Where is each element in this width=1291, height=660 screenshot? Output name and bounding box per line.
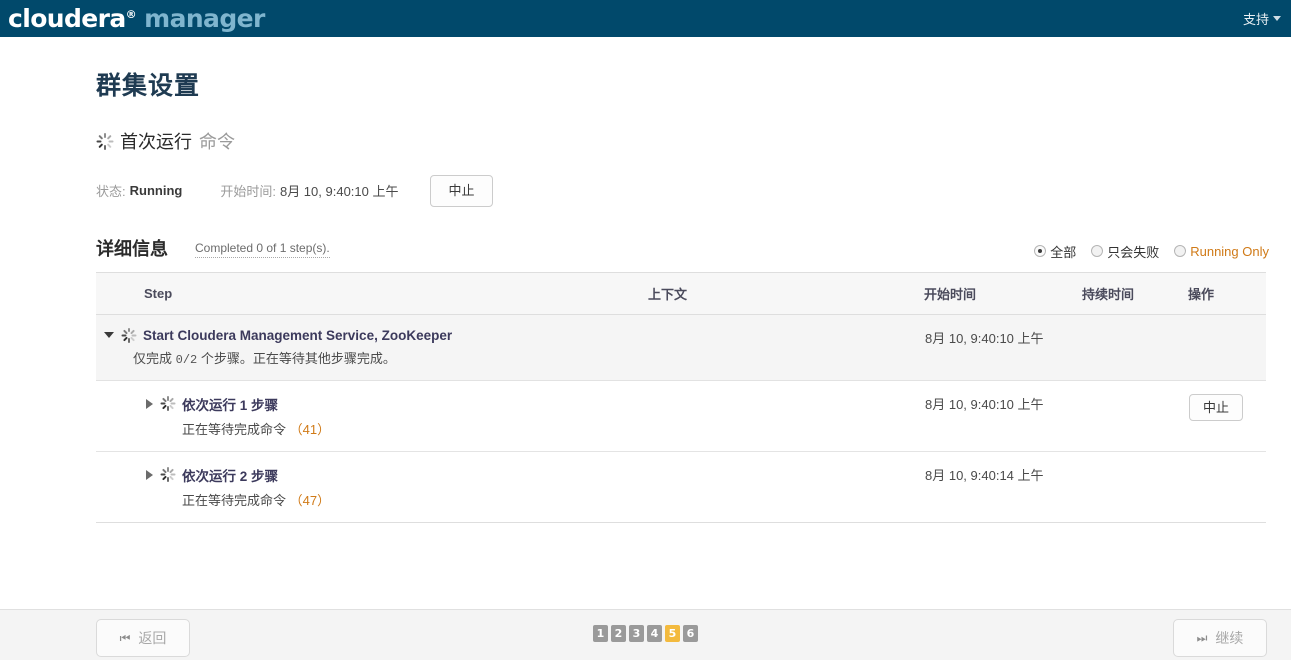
row-duration-cell bbox=[1082, 450, 1188, 523]
table-header-row: Step 上下文 开始时间 持续时间 操作 bbox=[96, 271, 1266, 315]
steps-table-body: Start Cloudera Management Service, ZooKe… bbox=[96, 314, 1266, 523]
app-header: cloudera® manager 支持 bbox=[0, 0, 1291, 37]
steps-table: Step 上下文 开始时间 持续时间 操作 Start Cloudera Man… bbox=[96, 271, 1266, 523]
row-substep-suffix: 个步骤。正在等待其他步骤完成。 bbox=[200, 350, 396, 366]
row-step-heading: Start Cloudera Management Service, ZooKe… bbox=[104, 327, 647, 343]
row-step-cell: Start Cloudera Management Service, ZooKe… bbox=[96, 314, 648, 381]
column-header-start: 开始时间 bbox=[924, 271, 1082, 315]
row-context-cell bbox=[648, 450, 924, 523]
step-filter-group: 全部 只会失败 Running Only bbox=[1034, 242, 1269, 261]
row-step-title[interactable]: 依次运行 1 步骤 bbox=[182, 394, 278, 414]
row-step-heading: 依次运行 2 步骤 bbox=[104, 465, 647, 485]
filter-option-all[interactable]: 全部 bbox=[1034, 242, 1076, 261]
chevron-down-icon[interactable] bbox=[104, 332, 114, 339]
start-time-value: 8月 10, 9:40:10 上午 bbox=[279, 184, 399, 200]
filter-label-running-only: Running Only bbox=[1190, 243, 1269, 259]
row-step-subtext: 正在等待完成命令 （47） bbox=[104, 490, 647, 509]
continue-button[interactable]: ⏭ 继续 bbox=[1173, 619, 1267, 657]
row-duration-cell bbox=[1082, 314, 1188, 381]
row-start-time-cell: 8月 10, 9:40:10 上午 bbox=[924, 380, 1082, 452]
row-substep-command-link[interactable]: （41） bbox=[290, 422, 330, 437]
filter-option-failed-only[interactable]: 只会失败 bbox=[1091, 242, 1159, 261]
row-step-subtext: 正在等待完成命令 （41） bbox=[104, 419, 647, 438]
running-spinner-icon bbox=[96, 132, 113, 150]
command-name: 首次运行 bbox=[120, 132, 192, 152]
continue-button-label: 继续 bbox=[1215, 630, 1244, 646]
start-time-label: 开始时间: bbox=[220, 184, 276, 200]
row-start-time-cell: 8月 10, 9:40:14 上午 bbox=[924, 450, 1082, 523]
radio-icon-all[interactable] bbox=[1034, 245, 1047, 258]
logo-secondary-text: manager bbox=[144, 4, 265, 33]
table-row: 依次运行 2 步骤 正在等待完成命令 （47） 8月 10, 9:40:14 上… bbox=[96, 450, 1266, 523]
wizard-pagination: 1 2 3 4 5 6 bbox=[0, 625, 1291, 642]
row-substep-prefix: 正在等待完成命令 bbox=[182, 421, 287, 437]
row-substep-command-link[interactable]: （47） bbox=[290, 493, 330, 508]
row-action-cell bbox=[1188, 450, 1266, 523]
steps-table-header: Step 上下文 开始时间 持续时间 操作 bbox=[96, 271, 1266, 315]
table-row: 依次运行 1 步骤 正在等待完成命令 （41） 8月 10, 9:40:10 上… bbox=[96, 380, 1266, 452]
row-substep-prefix: 仅完成 bbox=[133, 350, 173, 366]
skip-forward-icon: ⏭ bbox=[1196, 630, 1208, 645]
cloudera-manager-logo: cloudera® manager bbox=[8, 6, 265, 31]
page-indicator-3[interactable]: 3 bbox=[629, 625, 644, 642]
row-step-subtext: 仅完成 0/2 个步骤。正在等待其他步骤完成。 bbox=[104, 348, 647, 367]
row-step-cell: 依次运行 1 步骤 正在等待完成命令 （41） bbox=[96, 380, 648, 452]
radio-icon-failed-only[interactable] bbox=[1091, 245, 1104, 258]
column-header-duration: 持续时间 bbox=[1082, 271, 1188, 315]
column-header-action: 操作 bbox=[1188, 271, 1266, 315]
row-action-cell bbox=[1188, 314, 1266, 381]
wizard-footer: ⏮ 返回 1 2 3 4 5 6 ⏭ 继续 bbox=[0, 609, 1291, 660]
table-row: Start Cloudera Management Service, ZooKe… bbox=[96, 314, 1266, 381]
row-duration-cell bbox=[1082, 380, 1188, 452]
command-suffix: 命令 bbox=[199, 132, 235, 152]
row-start-time-cell: 8月 10, 9:40:10 上午 bbox=[924, 314, 1082, 381]
page-indicator-1[interactable]: 1 bbox=[593, 625, 608, 642]
filter-label-all: 全部 bbox=[1050, 244, 1077, 260]
support-menu-label: 支持 bbox=[1242, 12, 1269, 27]
page-indicator-2[interactable]: 2 bbox=[611, 625, 626, 642]
logo-primary-text: cloudera bbox=[8, 4, 126, 33]
column-header-context: 上下文 bbox=[648, 271, 924, 315]
row-step-heading: 依次运行 1 步骤 bbox=[104, 394, 647, 414]
page-indicator-4[interactable]: 4 bbox=[647, 625, 662, 642]
abort-command-button[interactable]: 中止 bbox=[430, 175, 493, 207]
filter-label-failed-only: 只会失败 bbox=[1107, 244, 1160, 260]
page-title: 群集设置 bbox=[96, 73, 201, 100]
row-step-title[interactable]: 依次运行 2 步骤 bbox=[182, 465, 278, 485]
chevron-right-icon[interactable] bbox=[146, 469, 153, 480]
running-spinner-icon bbox=[160, 396, 175, 412]
running-spinner-icon bbox=[121, 327, 136, 343]
row-substep-prefix: 正在等待完成命令 bbox=[182, 492, 287, 508]
row-action-cell: 中止 bbox=[1188, 380, 1266, 452]
radio-icon-running-only[interactable] bbox=[1174, 245, 1187, 258]
command-status-line: 状态: Running 开始时间: 8月 10, 9:40:10 上午 中止 bbox=[96, 175, 1291, 207]
details-toolbar: 详细信息 Completed 0 of 1 step(s). 全部 只会失败 R… bbox=[0, 238, 1291, 264]
status-label: 状态: bbox=[96, 184, 126, 200]
chevron-down-icon bbox=[1273, 16, 1281, 21]
page-indicator-5[interactable]: 5 bbox=[665, 625, 680, 642]
details-title: 详细信息 bbox=[96, 238, 168, 259]
running-spinner-icon bbox=[160, 467, 175, 483]
command-heading: 首次运行 命令 bbox=[96, 128, 1291, 154]
page-indicator-6[interactable]: 6 bbox=[683, 625, 698, 642]
chevron-right-icon[interactable] bbox=[146, 398, 153, 409]
page-content: 群集设置 首次运行 命令 状态: Running 开始时间: 8月 10, 9:… bbox=[0, 37, 1291, 523]
row-substep-count: 0/2 bbox=[175, 352, 198, 367]
row-context-cell bbox=[648, 380, 924, 452]
row-context-cell bbox=[648, 314, 924, 381]
filter-option-running-only[interactable]: Running Only bbox=[1174, 244, 1269, 259]
row-step-cell: 依次运行 2 步骤 正在等待完成命令 （47） bbox=[96, 450, 648, 523]
status-value: Running bbox=[129, 183, 183, 199]
support-menu[interactable]: 支持 bbox=[1243, 9, 1281, 28]
column-header-step: Step bbox=[96, 271, 648, 315]
abort-step-button[interactable]: 中止 bbox=[1189, 393, 1244, 422]
row-step-title[interactable]: Start Cloudera Management Service, ZooKe… bbox=[143, 328, 452, 343]
completed-steps-note: Completed 0 of 1 step(s). bbox=[195, 241, 330, 258]
registered-trademark-icon: ® bbox=[125, 8, 137, 21]
